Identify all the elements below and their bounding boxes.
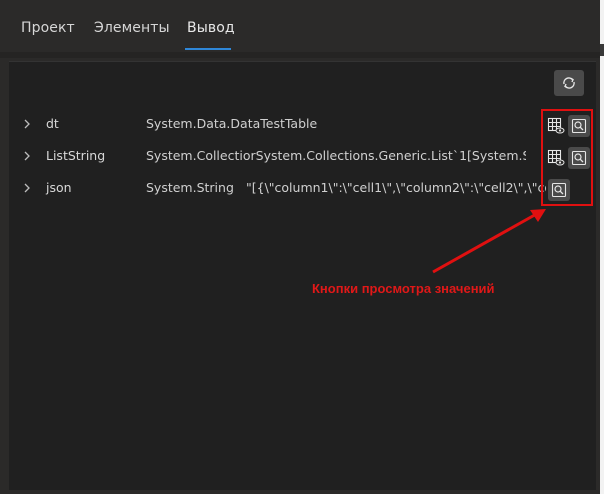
tab-output[interactable]: Вывод — [187, 20, 235, 36]
variable-row-dt: dt System.Data.DataTestTable — [0, 113, 600, 137]
highlight-box — [541, 109, 593, 206]
refresh-button[interactable] — [554, 70, 584, 96]
active-tab-indicator — [185, 48, 231, 50]
variable-type: System.String — [146, 180, 234, 195]
tab-project[interactable]: Проект — [21, 20, 75, 36]
tab-elements[interactable]: Элементы — [94, 20, 170, 36]
annotation-arrow — [432, 209, 546, 274]
tab-bar: Проект Элементы Вывод — [0, 0, 600, 52]
variable-name: dt — [46, 116, 59, 131]
chevron-right-icon[interactable] — [22, 148, 32, 164]
variable-row-json: json System.String "[{\"column1\":\"cell… — [0, 177, 600, 201]
variable-type: System.CollectiorSystem.Collections.Gene… — [146, 148, 526, 163]
refresh-icon — [563, 77, 575, 89]
variable-value: "[{\"column1\":\"cell1\",\"column2\":\"c… — [246, 180, 546, 195]
variable-name: ListString — [46, 148, 106, 163]
annotation-label: Кнопки просмотра значений — [312, 281, 495, 296]
chevron-right-icon[interactable] — [22, 180, 32, 196]
chevron-right-icon[interactable] — [22, 116, 32, 132]
variable-row-liststring: ListString System.CollectiorSystem.Colle… — [0, 145, 600, 169]
window-edge — [600, 0, 604, 494]
divider — [0, 52, 600, 58]
variable-name: json — [46, 180, 72, 195]
variable-type: System.Data.DataTestTable — [146, 116, 318, 131]
